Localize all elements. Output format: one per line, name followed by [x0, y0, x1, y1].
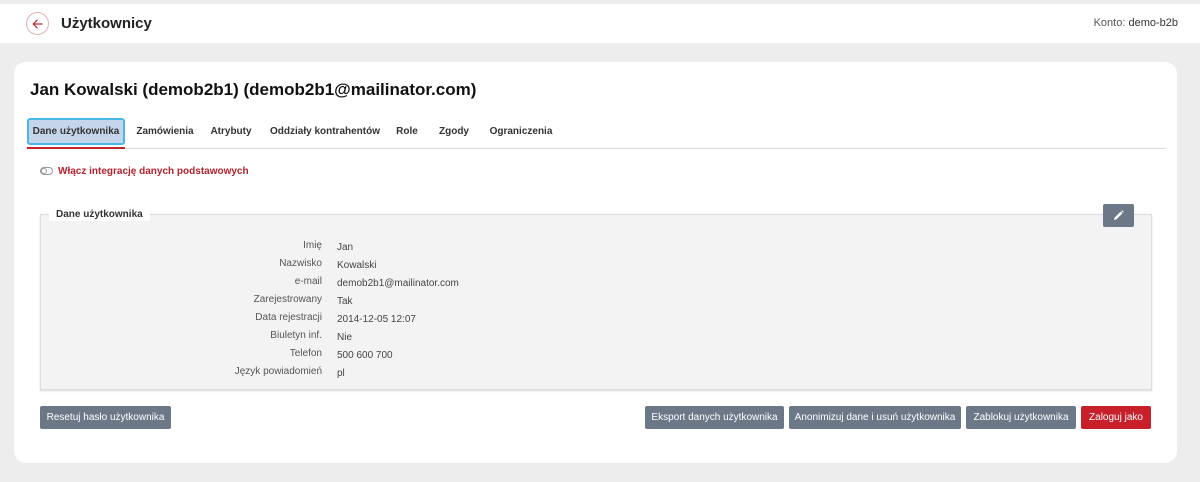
panel-legend: Dane użytkownika — [49, 208, 150, 221]
back-button[interactable] — [26, 12, 49, 35]
field-row-registration-date: Data rejestracji 2014-12-05 12:07 — [41, 312, 1151, 330]
export-data-button[interactable]: Eksport danych użytkownika — [645, 406, 784, 429]
field-row-phone: Telefon 500 600 700 — [41, 348, 1151, 366]
field-value: pl — [337, 368, 345, 379]
field-row-email: e-mail demob2b1@mailinator.com — [41, 276, 1151, 294]
field-row-first-name: Imię Jan — [41, 240, 1151, 258]
field-row-registered: Zarejestrowany Tak — [41, 294, 1151, 312]
field-value: Nie — [337, 332, 353, 343]
tab-consents[interactable]: Zgody — [439, 118, 469, 145]
toggle-switch-icon — [40, 167, 53, 175]
field-label: Telefon — [289, 348, 322, 359]
field-label: Nazwisko — [279, 258, 322, 269]
anonymize-delete-button[interactable]: Anonimizuj dane i usuń użytkownika — [789, 406, 961, 429]
tab-roles[interactable]: Role — [395, 118, 419, 145]
field-value: demob2b1@mailinator.com — [337, 278, 459, 289]
field-value: 500 600 700 — [337, 350, 393, 361]
field-value: Tak — [337, 296, 353, 307]
user-data-panel: Dane użytkownika Imię Jan Nazwisko Kowal… — [40, 208, 1152, 390]
top-bar: Użytkownicy Konto: demo-b2b — [0, 4, 1200, 43]
tab-orders[interactable]: Zamówienia — [136, 118, 193, 145]
integration-toggle[interactable]: Włącz integrację danych podstawowych — [40, 164, 249, 178]
account-value: demo-b2b — [1128, 17, 1178, 29]
field-label: Data rejestracji — [255, 312, 322, 323]
tab-contractor-branches[interactable]: Oddziały kontrahentów — [270, 118, 380, 145]
integration-toggle-label: Włącz integrację danych podstawowych — [58, 165, 249, 177]
page-title: Użytkownicy — [61, 15, 152, 32]
arrow-left-icon — [32, 19, 43, 28]
field-label: Język powiadomień — [234, 366, 322, 377]
field-label: Zarejestrowany — [253, 294, 322, 305]
pencil-icon — [1114, 210, 1124, 220]
field-row-newsletter: Biuletyn inf. Nie — [41, 330, 1151, 348]
edit-button[interactable] — [1103, 204, 1134, 227]
field-label: Imię — [303, 240, 322, 251]
field-value: Jan — [337, 242, 354, 253]
tab-bar: Dane użytkownika Zamówienia Atrybuty Odd… — [26, 118, 1166, 149]
field-row-notification-language: Język powiadomień pl — [41, 366, 1151, 384]
field-value: 2014-12-05 12:07 — [337, 314, 416, 325]
block-user-button[interactable]: Zablokuj użytkownika — [966, 406, 1076, 429]
tab-user-data[interactable]: Dane użytkownika — [27, 118, 125, 145]
user-card: Jan Kowalski (demob2b1) (demob2b1@mailin… — [14, 62, 1177, 463]
user-heading: Jan Kowalski (demob2b1) (demob2b1@mailin… — [30, 80, 477, 99]
login-as-button[interactable]: Zaloguj jako — [1081, 406, 1151, 429]
field-label: e-mail — [294, 276, 322, 287]
account-info: Konto: demo-b2b — [1094, 17, 1178, 29]
account-label: Konto: — [1093, 17, 1126, 29]
field-label: Biuletyn inf. — [270, 330, 322, 341]
field-row-last-name: Nazwisko Kowalski — [41, 258, 1151, 276]
tab-attributes[interactable]: Atrybuty — [210, 118, 252, 145]
tab-restrictions[interactable]: Ograniczenia — [490, 118, 553, 145]
active-tab-indicator — [27, 147, 125, 149]
reset-password-button[interactable]: Resetuj hasło użytkownika — [40, 406, 171, 429]
field-value: Kowalski — [337, 260, 377, 271]
